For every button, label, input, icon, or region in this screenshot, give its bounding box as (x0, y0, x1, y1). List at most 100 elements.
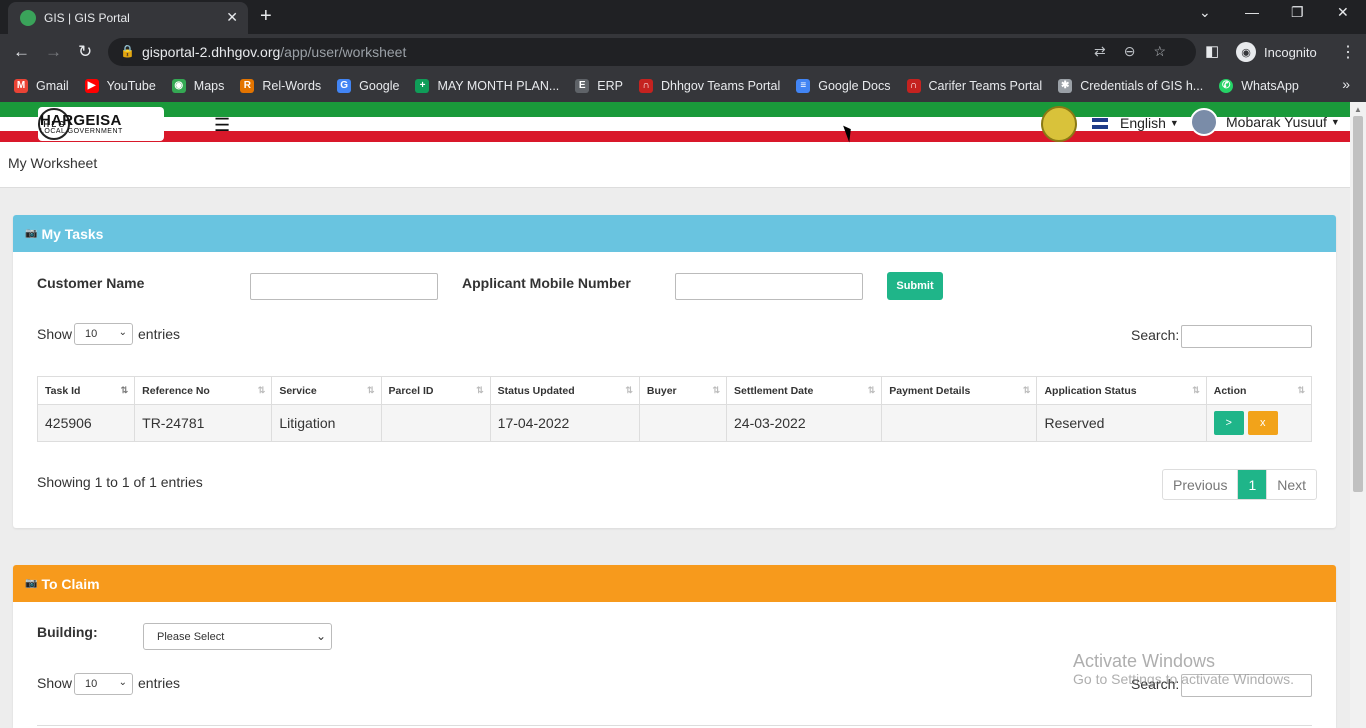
bookmark-google[interactable]: G Google (337, 79, 399, 93)
close-tab-icon[interactable]: ✕ (226, 9, 238, 26)
bookmarks-bar: M Gmail ▶ YouTube ◉ Maps R Rel-Words G Google… (0, 70, 1366, 102)
address-bar[interactable]: 🔒 gisportal-2.dhhgov.org/app/user/worksh… (108, 38, 1196, 66)
col-parcel-id[interactable]: Parcel ID ⇅ (380, 376, 491, 405)
sort-icon: ⇅ (625, 385, 633, 395)
building-select[interactable]: Please Select ⌄ (143, 623, 332, 650)
cell-reference-no: TR-24781 (134, 404, 273, 442)
col-settlement-date[interactable]: Settlement Date ⇅ (725, 376, 883, 405)
bookmark-google-docs[interactable]: ≡ Google Docs (796, 79, 891, 93)
new-tab-icon[interactable]: + (260, 5, 272, 28)
back-icon[interactable]: ← (13, 42, 30, 62)
entries-select[interactable]: 10 ⌄ (74, 323, 133, 345)
user-menu[interactable]: Mobarak Yusuuf ▼ (1190, 108, 1340, 136)
side-panel-icon[interactable]: ◧ (1205, 42, 1219, 60)
sheets-icon: + (415, 79, 430, 93)
logo-title: HARGEISA (40, 112, 122, 129)
col-task-id[interactable]: Task Id ⇅ (36, 376, 136, 405)
scrollbar-thumb[interactable] (1353, 116, 1363, 492)
col-status-updated[interactable]: Status Updated ⇅ (489, 376, 640, 405)
user-name: Mobarak Yusuuf (1226, 114, 1327, 130)
scroll-up-icon[interactable]: ▲ (1354, 105, 1362, 114)
col-buyer[interactable]: Buyer ⇅ (638, 376, 728, 405)
customer-name-input[interactable] (250, 273, 438, 300)
uk-flag-icon (1092, 117, 1108, 129)
col-action[interactable]: Action ⇅ (1205, 376, 1313, 405)
col-payment-details[interactable]: Payment Details ⇅ (881, 376, 1038, 405)
bookmark-youtube[interactable]: ▶ YouTube (84, 79, 156, 93)
reload-icon[interactable]: ↻ (78, 42, 92, 62)
show-label: Show (37, 326, 73, 342)
window-close-icon[interactable]: ✕ (1337, 4, 1349, 21)
bookmark-whatsapp[interactable]: ✆ WhatsApp (1219, 79, 1299, 93)
restore-icon[interactable]: ❐ (1291, 4, 1304, 21)
col-application-status[interactable]: Application Status ⇅ (1036, 376, 1207, 405)
bookmark-may-month-plan[interactable]: + MAY MONTH PLAN... (415, 79, 559, 93)
search-input[interactable] (1181, 325, 1312, 348)
release-task-button[interactable]: x (1247, 411, 1278, 435)
forward-icon[interactable]: → (45, 42, 62, 62)
hamburger-menu-icon[interactable]: ☰ (214, 115, 230, 136)
google-icon: G (337, 79, 352, 93)
tab-title: GIS | GIS Portal (44, 11, 130, 25)
url-path: /app/user/worksheet (280, 44, 407, 60)
entries-label: entries (138, 675, 181, 691)
browser-tab[interactable]: GIS | GIS Portal ✕ (8, 2, 248, 34)
sort-icon: ⇅ (366, 385, 375, 395)
my-tasks-panel: 📷 My Tasks Customer Name Applicant Mobil… (13, 215, 1336, 528)
bookmark-carifer-teams[interactable]: ∩ Carifer Teams Portal (906, 79, 1042, 93)
my-tasks-header: 📷 My Tasks (13, 215, 1336, 252)
table-row[interactable]: 425906 TR-24781 Litigation 17-04-2022 24… (36, 404, 1313, 442)
hargeisa-logo[interactable]: H L G HARGEISA LOCAL GOVERNMENT (38, 107, 164, 141)
bookmark-rel-words[interactable]: R Rel-Words (240, 79, 321, 93)
browser-toolbar: ← → ↻ 🔒 gisportal-2.dhhgov.org/app/user/… (0, 34, 1366, 70)
more-bookmarks-icon[interactable]: » (1342, 76, 1350, 92)
bookmark-credentials[interactable]: ✱ Credentials of GIS h... (1058, 79, 1203, 93)
next-page-button[interactable]: Next (1267, 470, 1316, 499)
previous-page-button[interactable]: Previous (1163, 470, 1239, 499)
bookmark-dhhgov-teams[interactable]: ∩ Dhhgov Teams Portal (638, 79, 780, 93)
omnibox-action-icons[interactable]: ⇄⊖☆ (1094, 43, 1184, 60)
chevron-down-icon: ⌄ (315, 629, 326, 643)
search-label: Search: (1131, 327, 1180, 343)
bookmark-erp[interactable]: E ERP (575, 79, 623, 93)
to-claim-title: To Claim (41, 575, 100, 592)
app-header: H L G HARGEISA LOCAL GOVERNMENT ☰ Englis… (0, 102, 1350, 144)
whatsapp-icon: ✆ (1219, 79, 1234, 93)
url-host: gisportal-2.dhhgov.org (142, 44, 281, 60)
cell-task-id: 425906 (36, 404, 136, 442)
logo-subtitle: LOCAL GOVERNMENT (40, 128, 123, 135)
flag-stripe-red (0, 131, 1350, 142)
mobile-number-input[interactable] (675, 273, 863, 300)
bookmark-maps[interactable]: ◉ Maps (171, 79, 224, 93)
pagination: Previous 1 Next (1162, 469, 1318, 500)
col-reference-no[interactable]: Reference No ⇅ (134, 376, 273, 405)
browser-menu-icon[interactable]: ⋮ (1340, 42, 1356, 62)
dhhgov-teams-icon: ∩ (638, 79, 653, 93)
show-label: Show (37, 675, 73, 691)
minimize-icon[interactable]: — (1245, 4, 1259, 20)
camera-icon: 📷 (25, 228, 38, 239)
page-1-button[interactable]: 1 (1238, 470, 1268, 499)
rel-words-icon: R (240, 79, 255, 93)
gmail-icon: M (14, 79, 28, 93)
table-header-row: Task Id ⇅ Reference No ⇅ Service ⇅ Parcel I… (36, 376, 1313, 405)
windows-activation-watermark: Activate Windows Go to Settings to activ… (1073, 651, 1294, 687)
page-scrollbar[interactable]: ▲ (1350, 102, 1366, 728)
page-title: My Worksheet (8, 155, 98, 171)
tab-search-chevron-icon[interactable]: ⌄ (1199, 4, 1211, 21)
carifer-teams-icon: ∩ (906, 79, 921, 93)
customer-name-label: Customer Name (37, 275, 145, 291)
national-emblem (1041, 106, 1077, 142)
to-claim-header: 📷 To Claim (13, 565, 1336, 602)
bookmark-gmail[interactable]: M Gmail (14, 79, 69, 93)
submit-button[interactable]: Submit (887, 272, 943, 300)
site-favicon-icon (20, 10, 36, 26)
building-label: Building: (37, 624, 98, 640)
language-dropdown[interactable]: English ▼ (1092, 115, 1179, 131)
sort-icon: ⇅ (476, 385, 484, 395)
col-service[interactable]: Service ⇅ (271, 376, 382, 405)
chevron-down-icon: ⌄ (118, 327, 127, 338)
incognito-indicator[interactable]: ◉ Incognito (1236, 42, 1317, 62)
entries-select[interactable]: 10 ⌄ (74, 673, 133, 695)
open-task-button[interactable]: > (1213, 411, 1244, 435)
